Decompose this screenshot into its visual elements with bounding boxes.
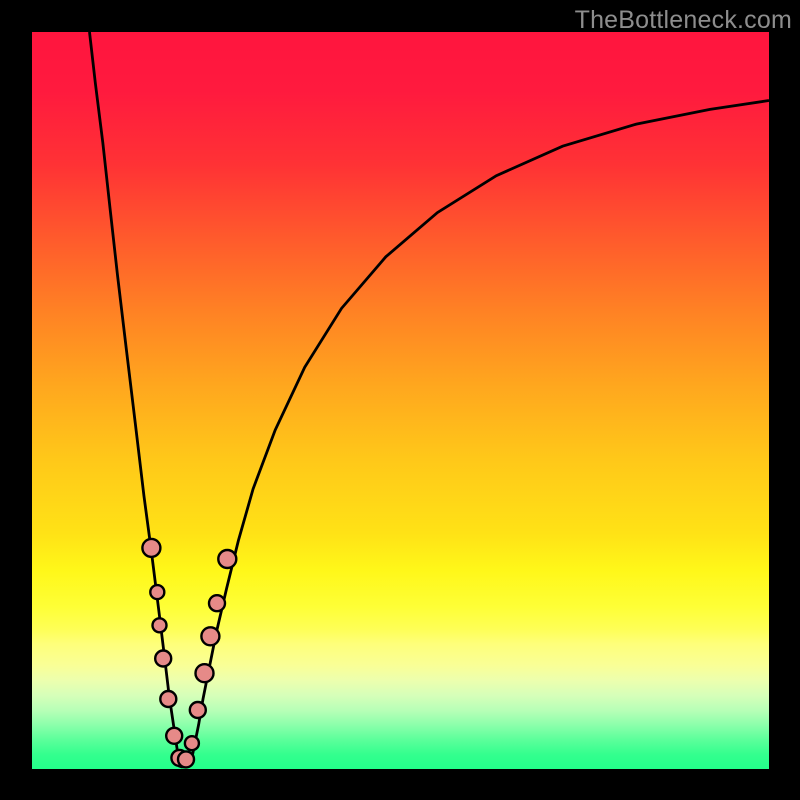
chart-dots-group bbox=[142, 539, 236, 768]
chart-dot bbox=[190, 702, 206, 718]
bottleneck-curve bbox=[90, 32, 770, 767]
chart-dot bbox=[185, 736, 199, 750]
chart-dot bbox=[196, 664, 214, 682]
chart-dot bbox=[218, 550, 236, 568]
chart-plot-area bbox=[32, 32, 769, 769]
chart-outer-frame: TheBottleneck.com bbox=[0, 0, 800, 800]
chart-dot bbox=[153, 618, 167, 632]
chart-dot bbox=[209, 595, 225, 611]
chart-svg bbox=[32, 32, 769, 769]
chart-dot bbox=[155, 651, 171, 667]
chart-dot bbox=[178, 751, 194, 767]
chart-dot bbox=[160, 691, 176, 707]
chart-dot bbox=[142, 539, 160, 557]
chart-dot bbox=[201, 627, 219, 645]
chart-dot bbox=[166, 728, 182, 744]
chart-dot bbox=[150, 585, 164, 599]
watermark-text: TheBottleneck.com bbox=[575, 6, 792, 35]
